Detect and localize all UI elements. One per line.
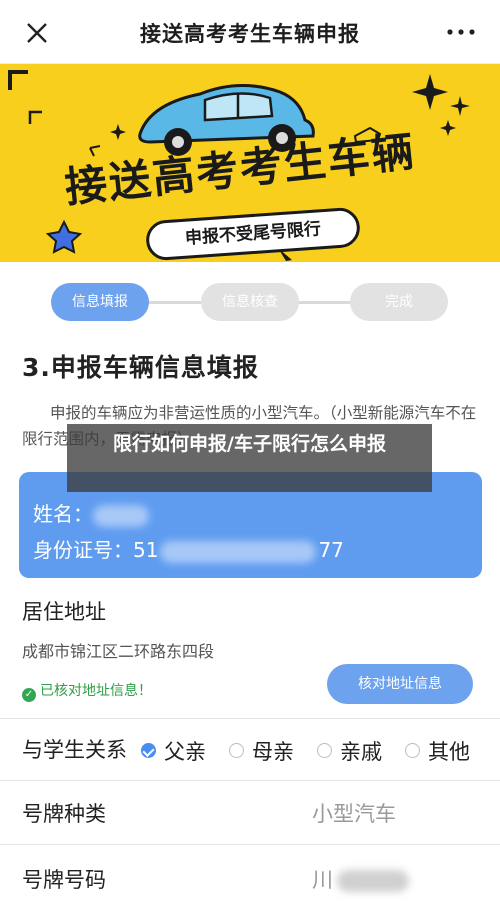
promo-banner: 接送高考考生车辆 申报不受尾号限行 (0, 64, 500, 262)
plate-type-label: 号牌种类 (22, 802, 106, 826)
divider (0, 844, 500, 845)
check-circle-icon: ✓ (22, 688, 36, 702)
radio-icon[interactable] (405, 743, 420, 758)
relation-option-label: 母亲 (252, 740, 294, 764)
overlay-caption: 限行如何申报/车子限行怎么申报 (67, 424, 432, 492)
relation-row: 与学生关系 父亲 母亲 亲戚 其他 (0, 718, 500, 780)
plate-number-value[interactable]: 川 (312, 864, 409, 894)
radio-checked-icon[interactable] (141, 743, 156, 758)
plate-number-prefix: 川 (312, 868, 333, 892)
verify-address-button[interactable]: 核对地址信息 (327, 664, 473, 704)
relation-option-relative[interactable]: 亲戚 (317, 736, 382, 766)
applicant-id-row: 身份证号：51 77 (33, 534, 344, 563)
address-verified-status: ✓ 已核对地址信息！ (22, 680, 152, 702)
plate-number-label: 号牌号码 (22, 868, 106, 892)
id-label: 身份证号： (33, 538, 133, 562)
page-title: 接送高考考生车辆申报 (140, 22, 360, 46)
section-title: 3.申报车辆信息填报 (22, 353, 259, 382)
name-label: 姓名： (33, 502, 93, 526)
id-redacted (160, 540, 317, 563)
applicant-name-row: 姓名： (33, 498, 149, 527)
plate-number-redacted (337, 870, 409, 892)
more-dots-icon[interactable] (446, 24, 476, 40)
relation-option-label: 其他 (428, 740, 470, 764)
id-prefix: 51 (133, 538, 159, 562)
step-complete: 完成 (350, 283, 448, 321)
relation-option-other[interactable]: 其他 (405, 736, 470, 766)
nav-bar: 接送高考考生车辆申报 (0, 0, 500, 64)
plate-number-row[interactable]: 号牌号码 川 (0, 846, 500, 910)
name-redacted (93, 504, 149, 527)
verified-text: 已核对地址信息！ (40, 683, 152, 699)
progress-steps: 信息填报 信息核查 完成 (0, 262, 500, 340)
step-info-check: 信息核查 (201, 283, 299, 321)
address-label: 居住地址 (22, 600, 106, 624)
radio-icon[interactable] (229, 743, 244, 758)
plate-type-value[interactable]: 小型汽车 (312, 798, 396, 828)
radio-icon[interactable] (317, 743, 332, 758)
relation-option-father[interactable]: 父亲 (141, 736, 206, 766)
step-info-fill: 信息填报 (51, 283, 149, 321)
plate-type-row[interactable]: 号牌种类 小型汽车 (0, 780, 500, 844)
relation-option-label: 父亲 (164, 740, 206, 764)
address-value: 成都市锦江区二环路东四段 (22, 642, 215, 661)
relation-option-label: 亲戚 (340, 740, 382, 764)
relation-label: 与学生关系 (22, 738, 127, 762)
relation-option-mother[interactable]: 母亲 (229, 736, 294, 766)
id-suffix: 77 (318, 538, 344, 562)
